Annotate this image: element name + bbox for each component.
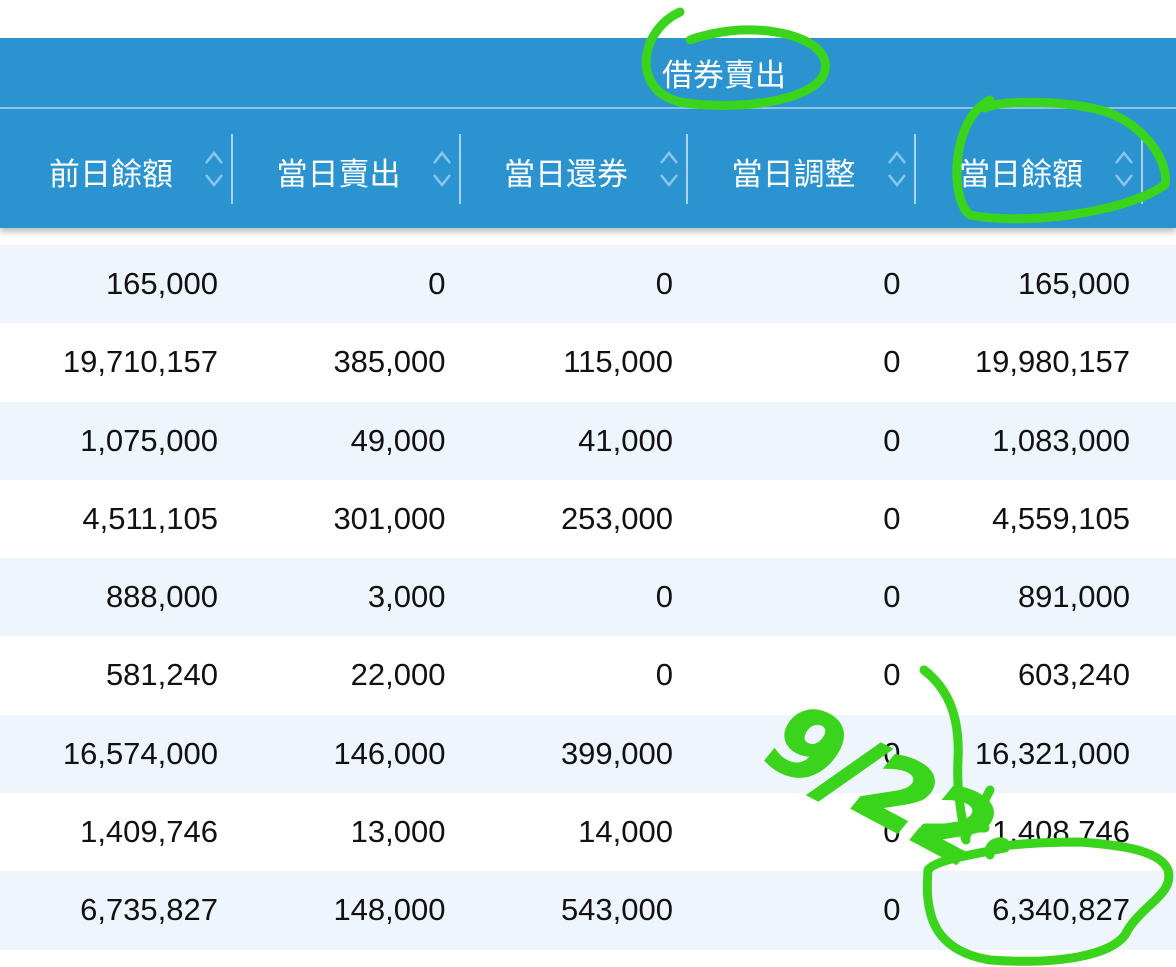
sort-icon[interactable] [658, 147, 680, 191]
table-cell-5: 4,559,105 [992, 500, 1130, 536]
sort-icon[interactable] [1113, 147, 1135, 191]
sort-icon[interactable] [431, 147, 453, 191]
table-cell-4: 0 [883, 579, 901, 615]
table-cell-3: 0 [655, 266, 673, 301]
table-row[interactable]: 4,511,105 301,000 253,000 0 4,559,105 [0, 480, 1176, 558]
table-cell-3: 0 [655, 579, 673, 615]
table-cell-2: 3,000 [367, 579, 446, 615]
column-divider [1141, 134, 1143, 204]
table-cell-3: 543,000 [560, 892, 673, 928]
table-cell-2: 148,000 [333, 892, 446, 928]
column-header-row: 前日餘額 當日賣出 當日還券 當日調整 當日餘額 [0, 109, 1176, 228]
table-cell-4: 0 [883, 892, 901, 928]
table-cell-1: 6,735,827 [80, 892, 218, 928]
table-cell-3: 115,000 [563, 344, 673, 380]
table-cell-4: 0 [883, 266, 901, 301]
table-cell-2: 0 [428, 266, 446, 301]
table-row[interactable]: 1,409,746 13,000 14,000 0 1,408,746 [0, 793, 1176, 871]
table-cell-2: 49,000 [350, 422, 446, 458]
table-row[interactable]: 165,000 0 0 0 165,000 [0, 245, 1176, 324]
column-header-label: 當日還券 [504, 157, 628, 193]
table-row[interactable]: 1,075,000 49,000 41,000 0 1,083,000 [0, 401, 1176, 480]
sort-icon[interactable] [886, 147, 908, 191]
table-cell-5: 1,408,746 [992, 814, 1130, 850]
table-row[interactable]: 19,710,157 385,000 115,000 0 19,980,157 [0, 323, 1176, 401]
table-cell-2: 13,000 [350, 814, 446, 850]
table-cell-2: 385,000 [333, 344, 446, 380]
table-cell-3: 253,000 [560, 500, 673, 536]
table-cell-3: 0 [655, 657, 673, 693]
sort-icon[interactable] [203, 147, 225, 191]
table-row[interactable]: 581,240 22,000 0 0 603,240 [0, 636, 1176, 714]
table-cell-1: 888,000 [105, 579, 218, 615]
table-row[interactable]: 6,735,827 148,000 543,000 0 6,340,827 [0, 871, 1176, 950]
table-cell-4: 0 [883, 814, 901, 850]
column-header-label: 前日餘額 [49, 157, 173, 193]
table-cell-4: 0 [883, 735, 901, 771]
table-cell-4: 0 [883, 500, 901, 536]
table-cell-2: 146,000 [333, 735, 446, 771]
table-cell-5: 19,980,157 [974, 344, 1130, 380]
group-header-bar [0, 38, 1176, 109]
column-header-4[interactable]: 當日調整 [688, 109, 916, 228]
table-cell-5: 891,000 [1017, 579, 1130, 615]
table-cell-4: 0 [883, 344, 901, 380]
column-header-5[interactable]: 當日餘額 [915, 109, 1143, 228]
group-header-title: 借券賣出 [662, 58, 786, 94]
table-cell-1: 16,574,000 [62, 735, 218, 771]
table-cell-5: 6,340,827 [992, 892, 1130, 928]
table-cell-4: 0 [883, 657, 901, 693]
table-cell-5: 16,321,000 [974, 735, 1130, 771]
table-cell-1: 1,075,000 [80, 422, 218, 458]
column-header-label: 當日賣出 [276, 157, 401, 193]
table-cell-3: 399,000 [560, 735, 673, 771]
column-header-label: 當日餘額 [959, 157, 1083, 193]
table-cell-3: 14,000 [578, 814, 673, 850]
table-cell-1: 165,000 [105, 266, 218, 301]
table-cell-1: 19,710,157 [62, 344, 218, 380]
table-row[interactable]: 888,000 3,000 0 0 891,000 [0, 558, 1176, 637]
table-cell-4: 0 [883, 422, 901, 458]
column-header-2[interactable]: 當日賣出 [233, 109, 461, 228]
table-cell-3: 41,000 [578, 422, 673, 458]
table-body: 165,000 0 0 0 165,000 19,710,157 385,000 115,00… [0, 245, 1176, 950]
table-cell-1: 581,240 [105, 657, 218, 693]
column-header-1[interactable]: 前日餘額 [5, 109, 233, 228]
table-cell-1: 1,409,746 [80, 814, 218, 850]
table-row[interactable]: 16,574,000 146,000 399,000 0 16,321,000 [0, 714, 1176, 794]
table-cell-5: 165,000 [1017, 266, 1130, 301]
table-cell-1: 4,511,105 [82, 500, 218, 536]
table-cell-2: 22,000 [350, 657, 446, 693]
column-header-3[interactable]: 當日還券 [460, 109, 688, 228]
table-cell-5: 603,240 [1017, 657, 1130, 693]
table-cell-5: 1,083,000 [992, 422, 1130, 458]
column-header-label: 當日調整 [731, 157, 856, 193]
table-cell-2: 301,000 [333, 500, 446, 536]
